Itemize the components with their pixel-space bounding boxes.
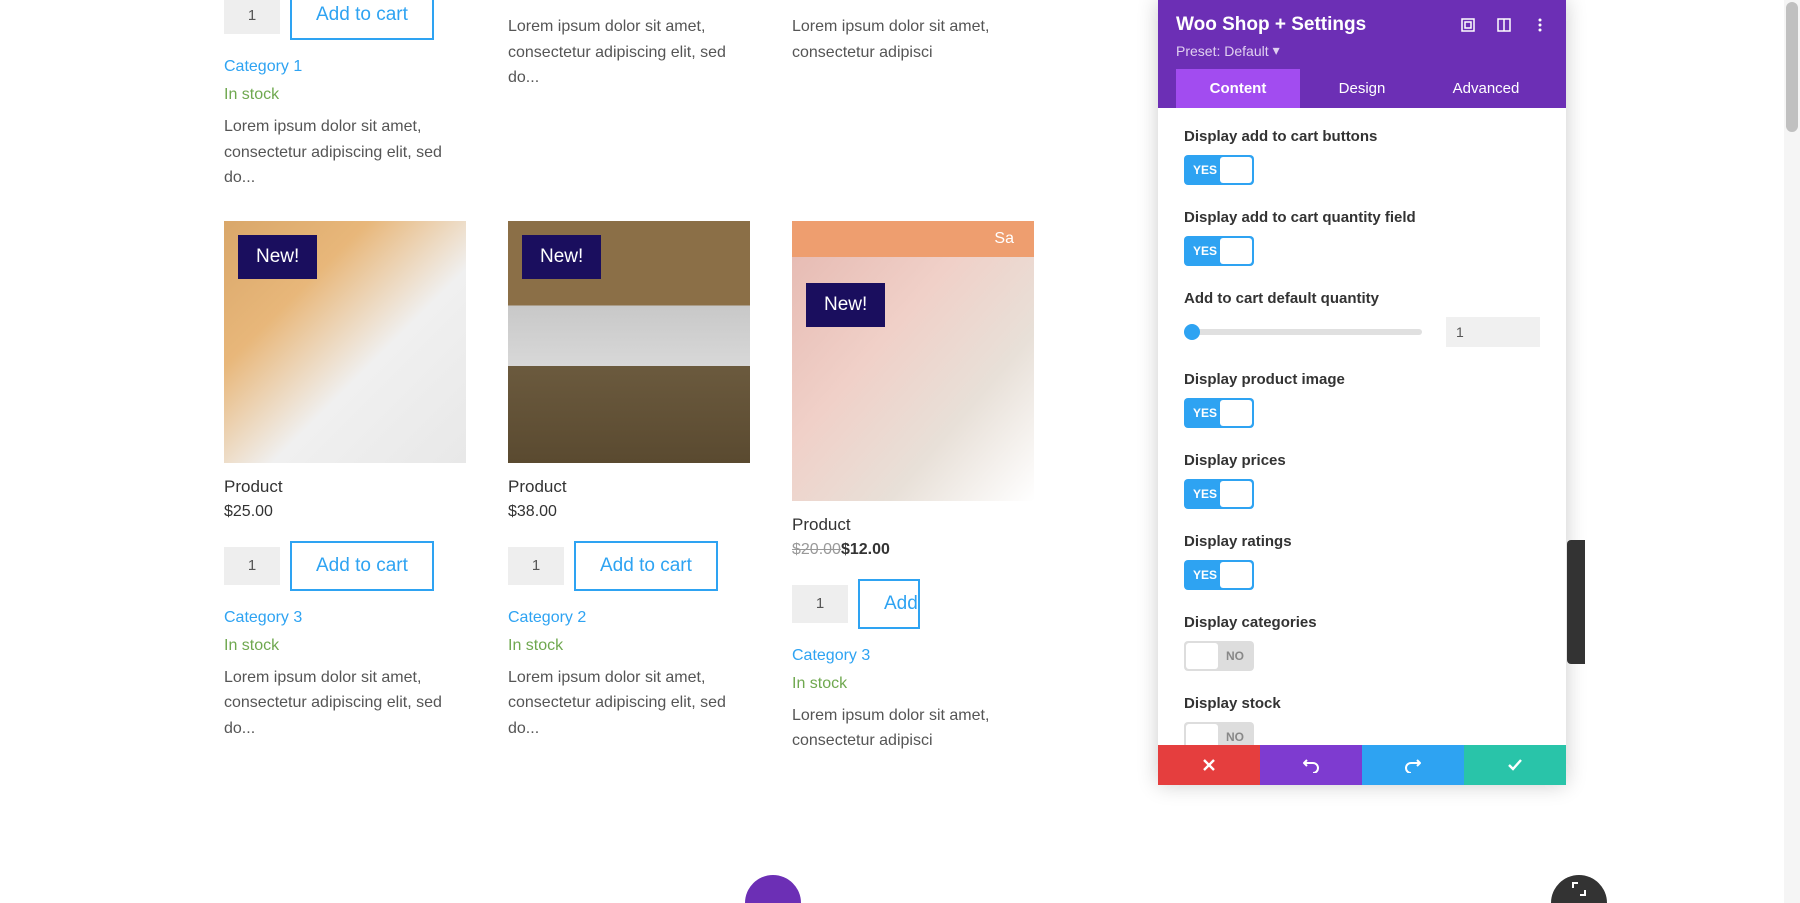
- product-description: Lorem ipsum dolor sit amet, consectetur …: [224, 665, 466, 742]
- toggle-add-to-cart-buttons[interactable]: YES: [1184, 155, 1254, 185]
- default-quantity-slider[interactable]: [1184, 329, 1422, 335]
- setting-label: Display categories: [1184, 614, 1540, 631]
- stock-status: In stock: [792, 675, 1034, 693]
- toggle-quantity-field[interactable]: YES: [1184, 236, 1254, 266]
- toggle-prices[interactable]: YES: [1184, 479, 1254, 509]
- product-description: Lorem ipsum dolor sit amet, consectetur …: [792, 14, 1034, 65]
- sale-badge: Sa: [792, 221, 1034, 257]
- columns-icon[interactable]: [1496, 17, 1512, 33]
- add-to-cart-button[interactable]: Add to cart: [290, 0, 434, 40]
- quantity-input[interactable]: [224, 0, 280, 34]
- new-badge: New!: [238, 235, 317, 279]
- undo-icon: [1303, 757, 1319, 773]
- tab-content[interactable]: Content: [1176, 69, 1300, 108]
- add-to-cart-button[interactable]: Add: [858, 579, 920, 629]
- scrollbar-thumb[interactable]: [1786, 2, 1798, 132]
- product-card: Sa New! Product $20.00$12.00 Add Categor…: [792, 221, 1034, 754]
- tab-advanced[interactable]: Advanced: [1424, 69, 1548, 108]
- stock-status: In stock: [224, 86, 466, 104]
- chevron-down-icon: ▾: [1273, 42, 1280, 59]
- setting-label: Display prices: [1184, 452, 1540, 469]
- product-card: Add to cart Category 1 In stock Lorem ip…: [224, 0, 466, 191]
- product-price: $38.00: [508, 503, 750, 521]
- product-title[interactable]: Product: [224, 477, 466, 497]
- product-card: New! Product $38.00 Add to cart Category…: [508, 221, 750, 754]
- product-title[interactable]: Product: [508, 477, 750, 497]
- product-category-link[interactable]: Category 2: [508, 609, 586, 627]
- toggle-ratings[interactable]: YES: [1184, 560, 1254, 590]
- setting-label: Display add to cart quantity field: [1184, 209, 1540, 226]
- quantity-input[interactable]: [508, 547, 564, 585]
- product-card: Category 2 In stock Lorem ipsum dolor si…: [792, 0, 1034, 191]
- stock-status: In stock: [792, 0, 1034, 4]
- product-description: Lorem ipsum dolor sit amet, consectetur …: [792, 703, 1034, 754]
- panel-body[interactable]: Display add to cart buttons YES Display …: [1158, 108, 1566, 745]
- check-icon: [1507, 757, 1523, 773]
- quantity-input[interactable]: [224, 547, 280, 585]
- stock-status: In stock: [224, 637, 466, 655]
- side-tab-handle[interactable]: [1567, 540, 1585, 664]
- settings-panel: Woo Shop + Settings Preset: Default ▾ Co…: [1158, 0, 1566, 785]
- product-price: $25.00: [224, 503, 466, 521]
- default-quantity-input[interactable]: [1446, 317, 1540, 347]
- toggle-product-image[interactable]: YES: [1184, 398, 1254, 428]
- save-button[interactable]: [1464, 745, 1566, 785]
- add-to-cart-button[interactable]: Add to cart: [290, 541, 434, 591]
- panel-footer: [1158, 745, 1566, 785]
- product-image[interactable]: Sa New!: [792, 221, 1034, 501]
- setting-label: Display stock: [1184, 695, 1540, 712]
- redo-icon: [1405, 757, 1421, 773]
- setting-label: Display product image: [1184, 371, 1540, 388]
- product-description: Lorem ipsum dolor sit amet, consectetur …: [508, 14, 750, 91]
- product-category-link[interactable]: Category 1: [224, 58, 302, 76]
- cancel-button[interactable]: [1158, 745, 1260, 785]
- add-to-cart-button[interactable]: Add to cart: [574, 541, 718, 591]
- close-icon: [1202, 758, 1216, 772]
- setting-label: Display add to cart buttons: [1184, 128, 1540, 145]
- product-description: Lorem ipsum dolor sit amet, consectetur …: [508, 665, 750, 742]
- product-card: New! Product $25.00 Add to cart Category…: [224, 221, 466, 754]
- setting-label: Display ratings: [1184, 533, 1540, 550]
- product-price: $20.00$12.00: [792, 541, 1034, 559]
- preset-selector[interactable]: Preset: Default ▾: [1176, 42, 1548, 59]
- toggle-stock[interactable]: NO: [1184, 722, 1254, 745]
- redo-button[interactable]: [1362, 745, 1464, 785]
- new-badge: New!: [522, 235, 601, 279]
- slider-handle[interactable]: [1184, 324, 1200, 340]
- tab-design[interactable]: Design: [1300, 69, 1424, 108]
- product-image[interactable]: New!: [224, 221, 466, 463]
- stock-status: In stock: [508, 0, 750, 4]
- new-badge: New!: [806, 283, 885, 327]
- panel-title: Woo Shop + Settings: [1176, 14, 1366, 36]
- stock-status: In stock: [508, 637, 750, 655]
- product-title[interactable]: Product: [792, 515, 1034, 535]
- panel-tabs: Content Design Advanced: [1176, 69, 1548, 108]
- product-image[interactable]: New!: [508, 221, 750, 463]
- product-card: Category 3 In stock Lorem ipsum dolor si…: [508, 0, 750, 191]
- scrollbar-track[interactable]: [1784, 0, 1800, 903]
- toggle-categories[interactable]: NO: [1184, 641, 1254, 671]
- setting-label: Add to cart default quantity: [1184, 290, 1540, 307]
- quantity-input[interactable]: [792, 585, 848, 623]
- fullscreen-icon[interactable]: [1460, 17, 1476, 33]
- panel-header: Woo Shop + Settings Preset: Default ▾ Co…: [1158, 0, 1566, 108]
- product-description: Lorem ipsum dolor sit amet, consectetur …: [224, 114, 466, 191]
- undo-button[interactable]: [1260, 745, 1362, 785]
- expand-icon: [1572, 882, 1586, 896]
- more-icon[interactable]: [1532, 17, 1548, 33]
- product-category-link[interactable]: Category 3: [224, 609, 302, 627]
- product-category-link[interactable]: Category 3: [792, 647, 870, 665]
